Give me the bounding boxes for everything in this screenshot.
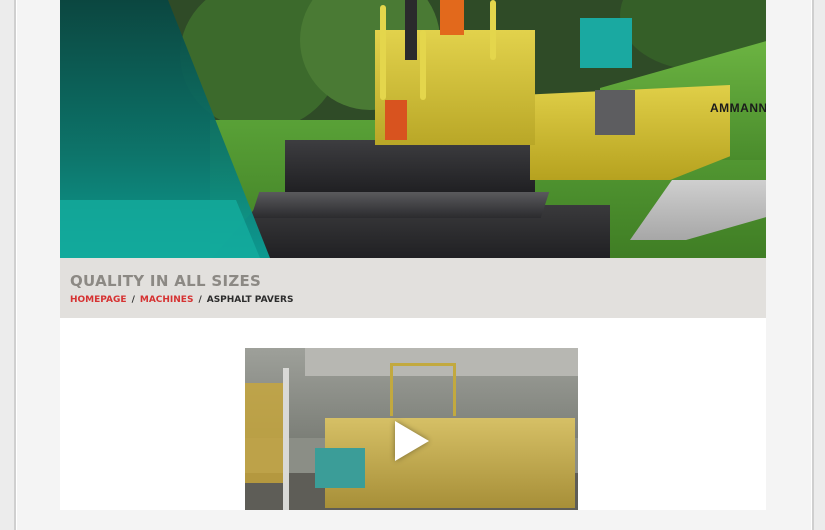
handrail — [420, 30, 426, 100]
handrail — [490, 0, 496, 60]
breadcrumb-separator: / — [198, 295, 202, 305]
breadcrumb: HOMEPAGE / MACHINES / ASPHALT PAVERS — [70, 295, 293, 305]
paver-light — [385, 100, 407, 140]
paver-chassis — [285, 140, 535, 192]
paver-panel — [595, 90, 635, 135]
page-title: QUALITY IN ALL SIZES — [70, 272, 262, 290]
title-band: QUALITY IN ALL SIZES HOMEPAGE / MACHINES / A… — [60, 258, 766, 318]
page-viewport: AMMANN QUALITY IN ALL SIZES HOMEPAGE / MAC… — [60, 0, 766, 510]
paver-screed — [250, 192, 550, 218]
breadcrumb-homepage[interactable]: HOMEPAGE — [70, 295, 127, 305]
video-frame-machine-left — [245, 383, 285, 483]
breadcrumb-separator: / — [131, 295, 135, 305]
hero-image: AMMANN — [60, 0, 766, 258]
breadcrumb-machines[interactable]: MACHINES — [140, 295, 194, 305]
play-icon[interactable] — [395, 421, 429, 461]
exhaust-stack — [405, 0, 417, 60]
video-frame-pole — [283, 368, 289, 510]
breadcrumb-current: ASPHALT PAVERS — [206, 295, 294, 305]
handrail — [380, 5, 386, 100]
paver-teal-panel — [580, 18, 632, 68]
video-frame-cabin — [390, 363, 456, 416]
video-player[interactable] — [245, 348, 578, 510]
teal-stripe — [60, 200, 260, 258]
brand-logo: AMMANN — [710, 101, 766, 115]
operator — [440, 0, 464, 35]
video-frame-teal-part — [315, 448, 365, 488]
